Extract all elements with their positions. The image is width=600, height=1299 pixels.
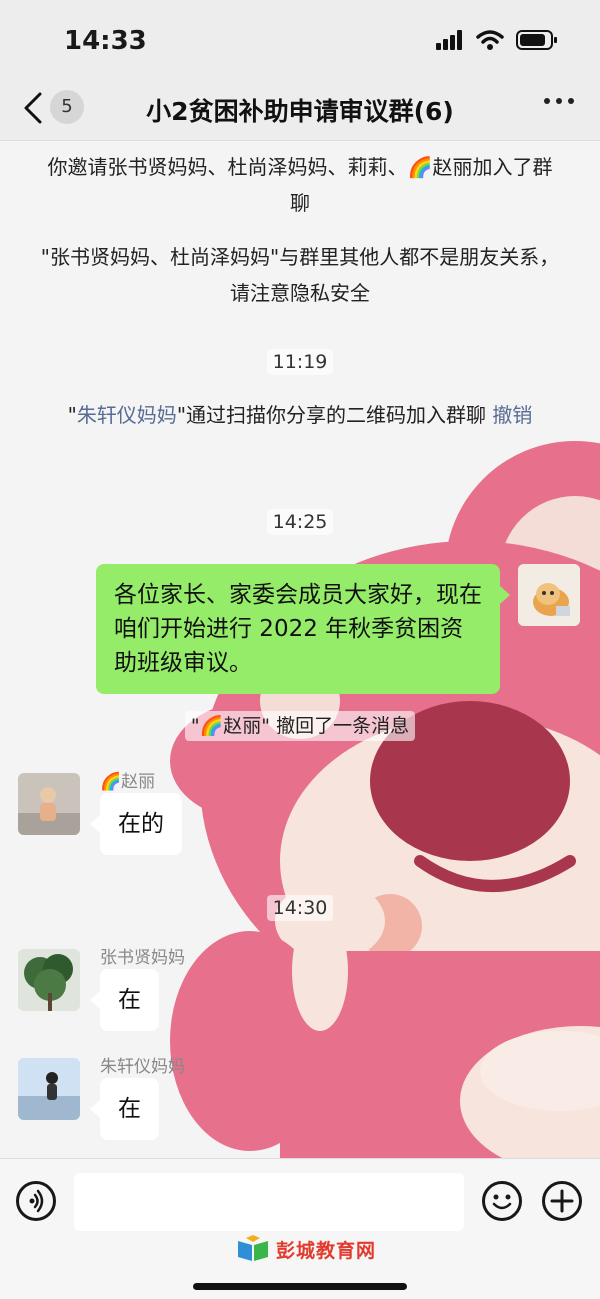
revoke-link[interactable]: 撤销	[492, 403, 532, 427]
recall-notice: "🌈赵丽" 撤回了一条消息	[0, 711, 600, 741]
avatar[interactable]	[18, 773, 80, 835]
input-bar: 彭城教育网	[0, 1158, 600, 1299]
signal-icon	[436, 30, 462, 50]
battery-icon	[516, 30, 557, 50]
my-avatar[interactable]	[518, 564, 580, 626]
sender-name: 张书贤妈妈	[100, 948, 185, 968]
invite-system-message: 你邀请张书贤妈妈、杜尚泽妈妈、莉莉、🌈赵丽加入了群聊	[47, 155, 553, 215]
avatar[interactable]	[18, 1058, 80, 1120]
chat-header: 5 小2贫困补助申请审议群(6)	[0, 78, 600, 141]
message-bubble[interactable]: 在的	[90, 793, 182, 855]
more-options-icon[interactable]	[544, 98, 574, 104]
timestamp: 11:19	[0, 349, 600, 375]
timestamp: 14:25	[0, 509, 600, 535]
wifi-icon	[476, 30, 504, 50]
message-bubble[interactable]: 在	[90, 1078, 159, 1140]
back-arrow-icon[interactable]	[18, 90, 48, 126]
book-logo-icon	[238, 1235, 268, 1261]
message-bubble[interactable]: 在	[90, 969, 159, 1031]
emoji-icon[interactable]	[482, 1181, 522, 1221]
plus-icon[interactable]	[542, 1181, 582, 1221]
privacy-system-message: "张书贤妈妈、杜尚泽妈妈"与群里其他人都不是朋友关系，请注意隐私安全	[40, 245, 560, 305]
watermark: 彭城教育网	[236, 1235, 376, 1263]
unread-count-badge[interactable]: 5	[50, 90, 84, 124]
chat-area[interactable]: 你邀请张书贤妈妈、杜尚泽妈妈、莉莉、🌈赵丽加入了群聊 "张书贤妈妈、杜尚泽妈妈"…	[0, 141, 600, 1158]
status-bar: 14:33	[0, 0, 600, 78]
sender-name: 朱轩仪妈妈	[100, 1057, 185, 1077]
home-indicator	[193, 1283, 407, 1290]
message-input[interactable]	[74, 1173, 464, 1231]
voice-icon[interactable]	[16, 1181, 56, 1221]
timestamp: 14:30	[0, 895, 600, 921]
watermark-text: 彭城教育网	[276, 1239, 377, 1262]
qr-join-system-message: "朱轩仪妈妈"通过扫描你分享的二维码加入群聊 撤销	[67, 403, 533, 427]
group-title: 小2贫困补助申请审议群(6)	[146, 97, 454, 126]
avatar[interactable]	[18, 949, 80, 1011]
qr-joiner-link[interactable]: 朱轩仪妈妈	[77, 403, 177, 427]
my-message-bubble[interactable]: 各位家长、家委会成员大家好，现在咱们开始进行 2022 年秋季贫困资助班级审议。	[96, 564, 510, 694]
system-icons	[436, 29, 558, 51]
clock: 14:33	[64, 26, 147, 56]
sender-name: 🌈赵丽	[100, 772, 156, 792]
